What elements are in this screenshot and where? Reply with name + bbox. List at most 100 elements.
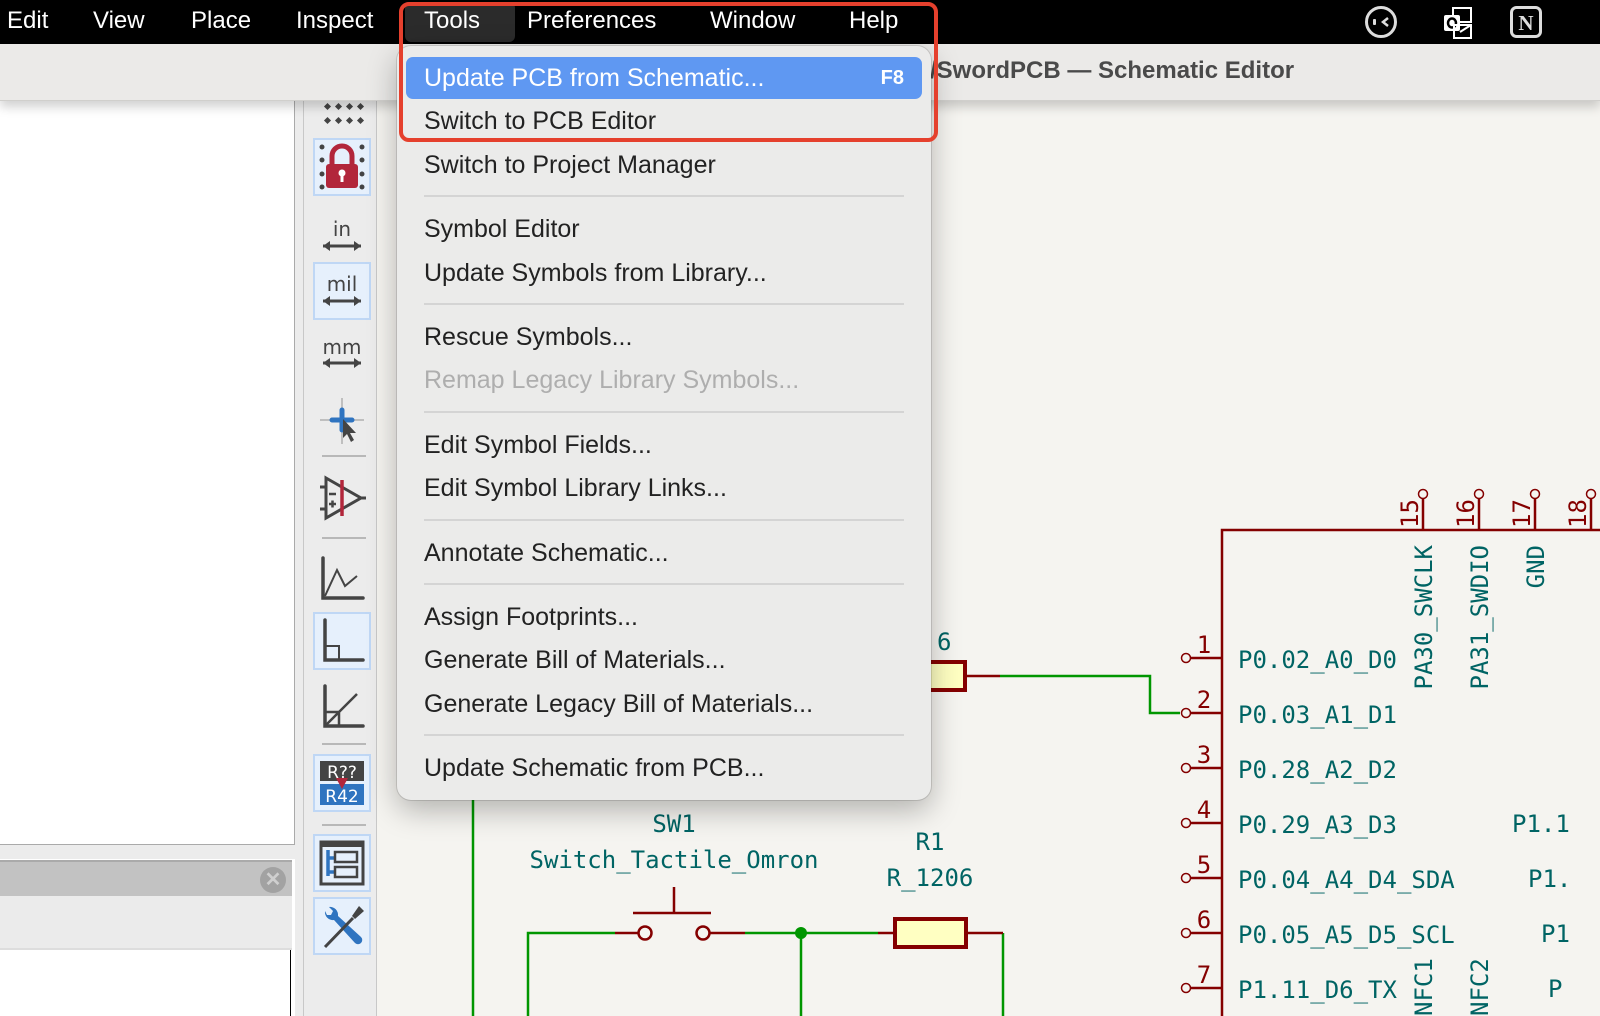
menu-item-annotate-schematic[interactable]: Annotate Schematic... — [406, 532, 922, 574]
line-mode-90-button[interactable] — [313, 612, 371, 670]
pin-name: PA30_SWCLK — [1410, 544, 1438, 689]
svg-text:R42: R42 — [325, 787, 358, 807]
units-mm-icon: mm — [323, 335, 361, 368]
ic-bottom-labels: NFC1 NFC2 — [1410, 958, 1494, 1016]
menu-item-label: Switch to PCB Editor — [424, 107, 657, 136]
menu-view[interactable]: View — [81, 0, 157, 44]
menu-item-label: Annotate Schematic... — [424, 538, 669, 567]
menu-item-update-symbols-from-library[interactable]: Update Symbols from Library... — [406, 252, 922, 294]
pin-number: 2 — [1197, 686, 1211, 714]
units-mm-button[interactable]: mm — [313, 325, 371, 383]
pin-number: 18 — [1564, 499, 1592, 528]
menu-item-label: Generate Bill of Materials... — [424, 646, 726, 675]
menu-item-assign-footprints[interactable]: Assign Footprints... — [406, 596, 922, 638]
ic-top-pins: 15 PA30_SWCLK 16 PA31_SWDIO 17 GND 18 — [1396, 488, 1597, 690]
menu-item-symbol-editor[interactable]: Symbol Editor — [406, 208, 922, 250]
ic-pin: 1 P0.02_A0_D0 — [1180, 631, 1397, 674]
menu-item-update-schematic-from-pcb[interactable]: Update Schematic from PCB... — [406, 747, 922, 789]
annotate-icon: R?? R42 — [320, 761, 364, 807]
menu-separator — [424, 303, 904, 305]
toolbar-separator — [322, 537, 366, 539]
hidden-pins-icon — [320, 475, 366, 521]
menu-item-remap-legacy-library-symbols: Remap Legacy Library Symbols... — [406, 359, 922, 401]
hierarchy-navigator-button[interactable] — [313, 834, 371, 892]
pin-name: NFC1 — [1410, 958, 1438, 1016]
face-icon[interactable] — [1364, 5, 1398, 39]
window-title: /SwordPCB — Schematic Editor — [930, 57, 1295, 84]
pin-name: P0.29_A3_D3 — [1238, 811, 1397, 839]
pin-name: P — [1548, 975, 1562, 1003]
line-mode-free-button[interactable] — [313, 548, 371, 606]
annotate-button[interactable]: R?? R42 — [313, 754, 371, 812]
menu-item-switch-to-project-manager[interactable]: Switch to Project Manager — [406, 144, 922, 186]
pin-number: 7 — [1197, 961, 1211, 989]
menu-item-label: Symbol Editor — [424, 215, 580, 244]
menu-place[interactable]: Place — [179, 0, 263, 44]
properties-tools-button[interactable] — [313, 897, 371, 955]
menu-item-label: Switch to Project Manager — [424, 150, 716, 179]
wire — [526, 931, 615, 1016]
units-inches-icon: in — [323, 217, 361, 251]
vertical-splitter[interactable] — [295, 100, 303, 1016]
menu-item-label: Edit Symbol Library Links... — [424, 474, 727, 503]
toolbar-separator — [322, 743, 366, 745]
message-panel-header: ✕ — [0, 860, 292, 896]
menu-tools[interactable]: Tools — [405, 2, 515, 42]
close-icon[interactable]: ✕ — [260, 867, 286, 893]
menu-item-label: Update Symbols from Library... — [424, 258, 767, 287]
pin-name: P1 — [1541, 920, 1570, 948]
grid-icon — [323, 102, 365, 125]
line-mode-45-button[interactable] — [313, 678, 371, 736]
pin-name: P0.04_A4_D4_SDA — [1238, 866, 1455, 894]
pin-name: P1.11_D6_TX — [1238, 976, 1397, 1004]
pin-name: P1.1 — [1512, 810, 1570, 838]
pin-number: 16 — [1452, 499, 1480, 528]
menu-item-label: Rescue Symbols... — [424, 323, 633, 351]
units-mils-button[interactable]: mil — [313, 262, 371, 320]
menu-item-generate-legacy-bill-of-materials[interactable]: Generate Legacy Bill of Materials... — [406, 683, 922, 725]
menu-item-edit-symbol-fields[interactable]: Edit Symbol Fields... — [406, 424, 922, 466]
menu-item-label: Update Schematic from PCB... — [424, 754, 765, 783]
lock-grid-button[interactable] — [313, 138, 371, 196]
tools-menu: Update PCB from Schematic... F8 Switch to … — [397, 46, 931, 800]
panel-splitter[interactable] — [0, 845, 310, 859]
menu-item-update-pcb-from-schematic[interactable]: Update PCB from Schematic... F8 — [406, 57, 922, 99]
menu-inspect[interactable]: Inspect — [284, 0, 385, 44]
properties-tools-icon — [323, 906, 364, 949]
junction-dot — [795, 927, 807, 939]
menu-item-generate-bill-of-materials[interactable]: Generate Bill of Materials... — [406, 639, 922, 681]
menu-help[interactable]: Help — [837, 0, 910, 44]
menu-item-edit-symbol-library-links[interactable]: Edit Symbol Library Links... — [406, 467, 922, 509]
pin-name: NFC2 — [1466, 958, 1494, 1016]
menu-separator — [424, 410, 904, 413]
menu-bar: Edit View Place Inspect Tools Preference… — [0, 0, 1600, 44]
pin-number: 1 — [1197, 631, 1211, 659]
menu-window[interactable]: Window — [698, 0, 807, 44]
menu-item-switch-to-pcb-editor[interactable]: Switch to PCB Editor — [406, 100, 922, 142]
svg-text:N: N — [1518, 11, 1533, 35]
toolbar-separator — [322, 455, 366, 457]
pin-number: 3 — [1197, 741, 1211, 769]
pin-name: PA31_SWDIO — [1466, 545, 1494, 690]
menu-separator — [424, 734, 904, 737]
r1-body — [893, 917, 968, 949]
ic-pin: 15 PA30_SWCLK — [1396, 488, 1438, 690]
r1-ref: R1 — [916, 828, 945, 856]
pin-number: 17 — [1508, 499, 1536, 528]
r1-value: R_1206 — [887, 864, 974, 892]
pin-name: P1. — [1528, 865, 1571, 893]
pin-name: GND — [1522, 545, 1550, 588]
message-panel-list — [0, 950, 291, 1016]
hidden-pins-button[interactable] — [313, 468, 371, 526]
ic-pin: 2 P0.03_A1_D1 — [1180, 686, 1397, 729]
hierarchy-panel — [0, 100, 295, 845]
menu-preferences[interactable]: Preferences — [515, 0, 668, 44]
pin-number: 4 — [1197, 796, 1211, 824]
units-inches-button[interactable]: in — [313, 210, 371, 268]
menu-item-rescue-symbols[interactable]: Rescue Symbols... — [406, 316, 922, 358]
cursor-crosshair-button[interactable] — [313, 392, 371, 450]
menu-edit[interactable]: Edit — [0, 0, 60, 44]
outlook-icon[interactable] — [1441, 5, 1475, 39]
notion-icon[interactable]: N — [1509, 5, 1543, 39]
sw1-value: Switch_Tactile_Omron — [530, 846, 819, 874]
